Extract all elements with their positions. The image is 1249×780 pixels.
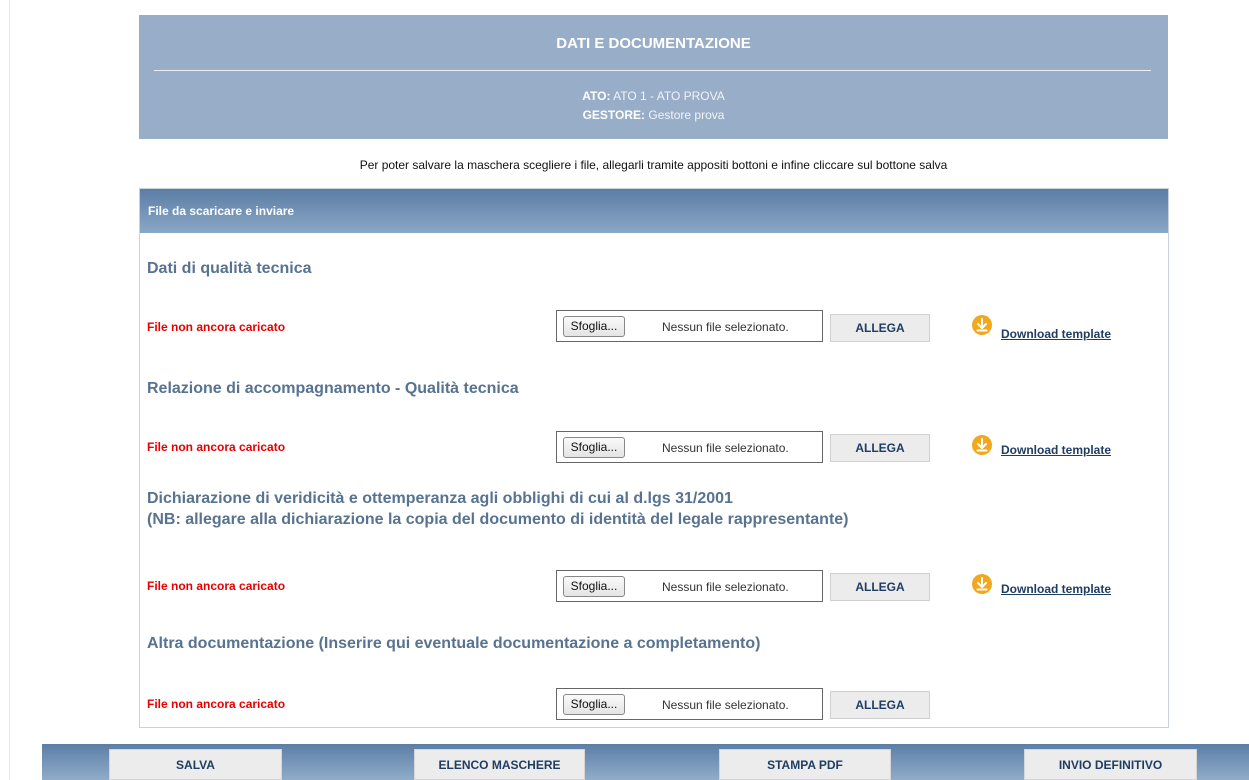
download-template-link[interactable]: Download template: [1001, 582, 1111, 596]
allega-button[interactable]: ALLEGA: [830, 573, 930, 601]
header-divider: [154, 70, 1151, 71]
allega-button[interactable]: ALLEGA: [830, 434, 930, 462]
download-template-link[interactable]: Download template: [1001, 327, 1111, 341]
section-title-line1: Dati di qualità tecnica: [147, 260, 312, 277]
allega-button[interactable]: ALLEGA: [830, 691, 930, 719]
file-input[interactable]: Sfoglia... Nessun file selezionato.: [556, 688, 823, 720]
section-title: Altra documentazione (Inserire qui event…: [147, 633, 760, 654]
page-left-divider: [9, 0, 10, 780]
browse-button[interactable]: Sfoglia...: [563, 316, 625, 337]
section-title-line1: Relazione di accompagnamento - Qualità t…: [147, 380, 519, 397]
download-icon[interactable]: [972, 435, 992, 455]
section-title: Dati di qualità tecnica: [147, 258, 311, 279]
no-file-text: Nessun file selezionato.: [662, 441, 789, 455]
bottom-toolbar: SALVA ELENCO MASCHERE STAMPA PDF INVIO D…: [42, 744, 1249, 780]
gestore-value: Gestore prova: [648, 108, 725, 122]
page-header: DATI E DOCUMENTAZIONE ATO: ATO 1 - ATO P…: [139, 15, 1168, 139]
section-title-line1: Altra documentazione (Inserire qui event…: [147, 635, 761, 652]
section-title: Dichiarazione di veridicità e ottemperan…: [147, 488, 849, 530]
download-icon[interactable]: [972, 315, 992, 335]
file-input[interactable]: Sfoglia... Nessun file selezionato.: [556, 310, 823, 342]
instructions-text: Per poter salvare la maschera scegliere …: [359, 158, 948, 172]
upload-status: File non ancora caricato: [147, 320, 286, 334]
download-icon[interactable]: [972, 574, 992, 594]
files-panel-title: File da scaricare e inviare: [140, 189, 1168, 233]
gestore-label: GESTORE:: [582, 108, 646, 122]
allega-button[interactable]: ALLEGA: [830, 314, 930, 342]
save-button[interactable]: SALVA: [109, 749, 282, 780]
files-panel: File da scaricare e inviare Dati di qual…: [139, 188, 1169, 728]
upload-status: File non ancora caricato: [147, 579, 286, 593]
no-file-text: Nessun file selezionato.: [662, 698, 789, 712]
elenco-maschere-button[interactable]: ELENCO MASCHERE: [414, 749, 585, 780]
upload-status: File non ancora caricato: [147, 697, 286, 711]
no-file-text: Nessun file selezionato.: [662, 580, 789, 594]
browse-button[interactable]: Sfoglia...: [563, 576, 625, 597]
gestore-info: GESTORE: Gestore prova: [139, 108, 1168, 122]
upload-status: File non ancora caricato: [147, 440, 286, 454]
file-input[interactable]: Sfoglia... Nessun file selezionato.: [556, 570, 823, 602]
browse-button[interactable]: Sfoglia...: [563, 437, 625, 458]
ato-label: ATO:: [582, 89, 611, 103]
ato-info: ATO: ATO 1 - ATO PROVA: [139, 89, 1168, 103]
download-template-link[interactable]: Download template: [1001, 443, 1111, 457]
section-title-line1: Dichiarazione di veridicità e ottemperan…: [147, 490, 733, 507]
page-title: DATI E DOCUMENTAZIONE: [556, 35, 751, 52]
no-file-text: Nessun file selezionato.: [662, 320, 789, 334]
browse-button[interactable]: Sfoglia...: [563, 694, 625, 715]
section-title: Relazione di accompagnamento - Qualità t…: [147, 378, 519, 399]
file-input[interactable]: Sfoglia... Nessun file selezionato.: [556, 431, 823, 463]
stampa-pdf-button[interactable]: STAMPA PDF: [719, 749, 891, 780]
invio-definitivo-button[interactable]: INVIO DEFINITIVO: [1024, 749, 1197, 780]
ato-value: ATO 1 - ATO PROVA: [613, 89, 725, 103]
section-title-line2: (NB: allegare alla dichiarazione la copi…: [147, 511, 849, 528]
